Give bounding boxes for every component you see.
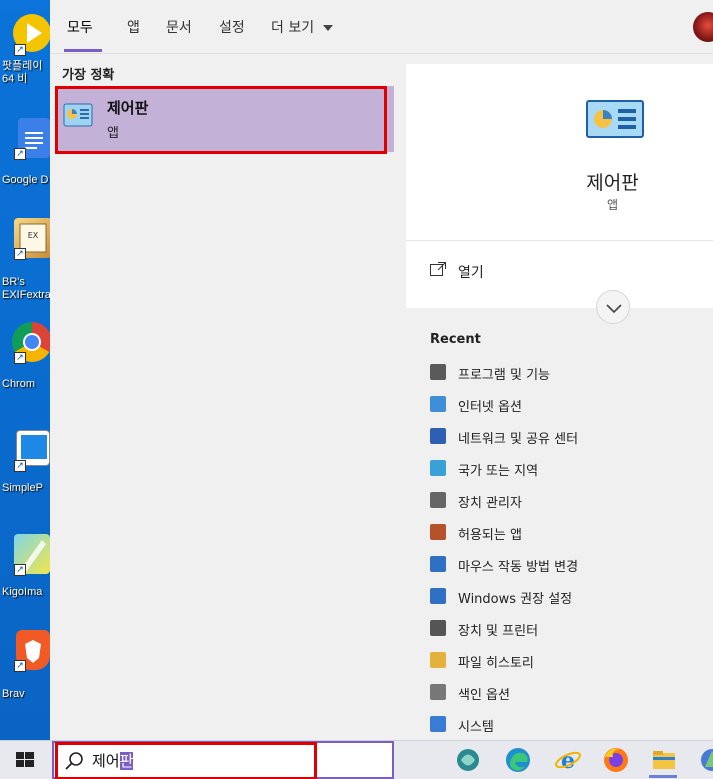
firewall-icon bbox=[430, 524, 446, 540]
tab-more[interactable]: 더 보기 bbox=[271, 17, 333, 37]
avatar[interactable] bbox=[693, 12, 713, 42]
open-icon bbox=[430, 262, 446, 276]
search-panel: 모두 앱 문서 설정 더 보기 가장 정확 제어판 앱 제어판 앱 열기 Rec… bbox=[50, 0, 713, 740]
internet-options-icon bbox=[430, 396, 446, 412]
desktop-icon-chrome[interactable]: ↗ Chrom bbox=[0, 322, 52, 412]
recent-item[interactable]: 네트워크 및 공유 센터 bbox=[430, 426, 710, 448]
firefox-icon[interactable] bbox=[601, 745, 631, 775]
shortcut-arrow-icon: ↗ bbox=[14, 660, 26, 672]
recent-item[interactable]: 색인 옵션 bbox=[430, 682, 710, 704]
other-app-icon[interactable] bbox=[697, 745, 713, 775]
desktop-icon-label: KigoIma bbox=[2, 586, 43, 598]
recent-item[interactable]: 장치 및 프린터 bbox=[430, 618, 710, 640]
device-manager-icon bbox=[430, 492, 446, 508]
active-tab-indicator bbox=[64, 49, 102, 52]
divider bbox=[406, 240, 713, 241]
recent-heading: Recent bbox=[430, 332, 481, 347]
shortcut-arrow-icon: ↗ bbox=[14, 564, 26, 576]
recent-item-label: 시스템 bbox=[458, 720, 494, 735]
chevron-down-icon bbox=[322, 25, 333, 31]
desktop-icon-potplayer[interactable]: ↗ 팟플레이 64 비 bbox=[0, 14, 52, 104]
best-match-heading: 가장 정확 bbox=[62, 68, 115, 83]
recent-item-label: Windows 권장 설정 bbox=[458, 592, 573, 607]
edge-icon[interactable] bbox=[503, 745, 533, 775]
taskbar-search-box[interactable]: 제어판 bbox=[52, 741, 394, 779]
desktop-icon-label: SimpleP bbox=[2, 482, 43, 494]
tab-settings[interactable]: 설정 bbox=[219, 17, 245, 37]
expand-button[interactable] bbox=[596, 290, 630, 324]
desktop-icon-google-docs[interactable]: ↗ Google D bbox=[0, 118, 52, 208]
recent-item-label: 마우스 작동 방법 변경 bbox=[458, 560, 579, 575]
file-history-icon bbox=[430, 652, 446, 668]
active-app-indicator bbox=[649, 775, 677, 778]
printer-icon bbox=[430, 620, 446, 636]
ease-of-access-icon bbox=[430, 556, 446, 572]
detail-pane: 제어판 앱 열기 Recent 프로그램 및 기능인터넷 옵션네트워크 및 공유… bbox=[406, 64, 713, 740]
control-panel-large-icon bbox=[586, 100, 644, 138]
recent-item-label: 색인 옵션 bbox=[458, 688, 510, 703]
recent-item[interactable]: Windows 권장 설정 bbox=[430, 586, 710, 608]
open-label: 열기 bbox=[458, 265, 484, 281]
ease-of-access-icon bbox=[430, 588, 446, 604]
highlight-box bbox=[55, 86, 387, 154]
taskbar: 제어판 e bbox=[0, 740, 713, 779]
shortcut-arrow-icon: ↗ bbox=[14, 248, 26, 260]
recent-item-label: 네트워크 및 공유 센터 bbox=[458, 432, 579, 447]
shortcut-arrow-icon: ↗ bbox=[14, 44, 26, 56]
svg-text:EX: EX bbox=[28, 231, 39, 240]
recent-item[interactable]: 국가 또는 지역 bbox=[430, 458, 710, 480]
desktop-icon-label: BR's EXIFextra bbox=[2, 276, 51, 301]
desktop-icon-label: Google D bbox=[2, 174, 49, 186]
recent-item-label: 장치 관리자 bbox=[458, 496, 522, 511]
file-explorer-icon[interactable] bbox=[649, 745, 679, 775]
system-icon bbox=[430, 716, 446, 732]
network-icon bbox=[430, 428, 446, 444]
tab-all[interactable]: 모두 bbox=[67, 17, 93, 37]
recent-item-label: 프로그램 및 기능 bbox=[458, 368, 550, 383]
windows-logo-icon bbox=[16, 752, 34, 767]
detail-subtitle: 앱 bbox=[606, 198, 619, 212]
recent-item[interactable]: 마우스 작동 방법 변경 bbox=[430, 554, 710, 576]
best-match-item[interactable]: 제어판 앱 bbox=[55, 86, 394, 154]
recent-item[interactable]: 파일 히스토리 bbox=[430, 650, 710, 672]
desktop: ↗ 팟플레이 64 비 ↗ Google D EX ↗ BR's EXIFext… bbox=[0, 0, 52, 740]
desktop-icon-label: Chrom bbox=[2, 378, 36, 390]
recent-item[interactable]: 시스템 bbox=[430, 714, 710, 736]
recent-item-label: 인터넷 옵션 bbox=[458, 400, 522, 415]
recent-item[interactable]: 인터넷 옵션 bbox=[430, 394, 710, 416]
desktop-icon-exif[interactable]: EX ↗ BR's EXIFextra bbox=[0, 218, 52, 308]
globe-clock-icon bbox=[430, 460, 446, 476]
tab-more-label: 더 보기 bbox=[271, 20, 315, 36]
detail-header: 제어판 앱 열기 bbox=[406, 64, 713, 308]
start-button[interactable] bbox=[0, 741, 50, 779]
recent-item-label: 허용되는 앱 bbox=[458, 528, 522, 543]
search-tabs: 모두 앱 문서 설정 더 보기 bbox=[50, 0, 713, 54]
indexing-icon bbox=[430, 684, 446, 700]
shortcut-arrow-icon: ↗ bbox=[14, 148, 26, 160]
tab-documents[interactable]: 문서 bbox=[166, 17, 192, 37]
desktop-icon-label: Brav bbox=[2, 688, 25, 700]
programs-icon bbox=[430, 364, 446, 380]
shortcut-arrow-icon: ↗ bbox=[14, 460, 26, 472]
recent-item-label: 장치 및 프린터 bbox=[458, 624, 539, 639]
desktop-icon-simple[interactable]: ↗ SimpleP bbox=[0, 430, 52, 520]
desktop-icon-brave[interactable]: ↗ Brav bbox=[0, 630, 52, 720]
shortcut-arrow-icon: ↗ bbox=[14, 352, 26, 364]
chevron-down-icon bbox=[606, 304, 622, 314]
svg-text:e: e bbox=[561, 748, 575, 774]
recent-item[interactable]: 허용되는 앱 bbox=[430, 522, 710, 544]
results-list: 가장 정확 제어판 앱 bbox=[50, 55, 406, 740]
detail-title: 제어판 bbox=[586, 172, 639, 194]
highlight-box bbox=[55, 742, 317, 779]
recent-item[interactable]: 장치 관리자 bbox=[430, 490, 710, 512]
tab-apps[interactable]: 앱 bbox=[127, 17, 140, 37]
ie-icon[interactable]: e bbox=[553, 745, 583, 775]
recent-item-label: 국가 또는 지역 bbox=[458, 464, 539, 479]
desktop-icon-label: 팟플레이 64 비 bbox=[2, 60, 43, 85]
desktop-icon-kigo[interactable]: ↗ KigoIma bbox=[0, 534, 52, 624]
recent-item-label: 파일 히스토리 bbox=[458, 656, 534, 671]
cortana-icon[interactable] bbox=[453, 745, 483, 775]
recent-item[interactable]: 프로그램 및 기능 bbox=[430, 362, 710, 384]
